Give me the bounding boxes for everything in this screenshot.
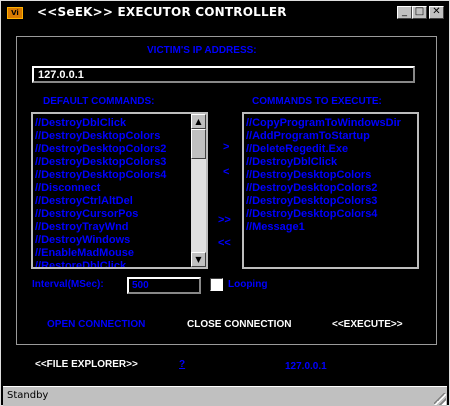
default-command-item[interactable]: //DestroyWindows — [33, 234, 206, 247]
help-button[interactable]: ? — [179, 359, 185, 370]
minimize-icon: _ — [402, 6, 407, 17]
arrow-up-icon: ▲ — [195, 117, 202, 126]
commands-to-execute-label: COMMANDS TO EXECUTE: — [252, 96, 382, 107]
execute-command-item[interactable]: //DestroyDesktopColors3 — [244, 195, 417, 208]
title-bar[interactable]: Vi <<SeEK>> EXECUTOR CONTROLLER _ □ ✕ — [3, 3, 447, 22]
execute-command-item[interactable]: //CopyProgramToWindowsDir — [244, 117, 417, 130]
resize-grip-icon[interactable] — [434, 393, 446, 405]
default-command-item[interactable]: //EnableMadMouse — [33, 247, 206, 260]
move-all-left-button[interactable]: << — [218, 237, 231, 249]
status-text: Standby — [7, 390, 49, 401]
default-commands-scrollbar[interactable]: ▲ ▼ — [191, 114, 206, 267]
execute-command-item[interactable]: //DeleteRegedit.Exe — [244, 143, 417, 156]
connected-ip-label: 127.0.0.1 — [285, 361, 327, 372]
execute-command-item[interactable]: //Message1 — [244, 221, 417, 234]
status-bar: Standby — [3, 386, 447, 406]
execute-button[interactable]: <<EXECUTE>> — [332, 319, 403, 330]
app-icon[interactable]: Vi — [7, 7, 23, 19]
default-commands-label: DEFAULT COMMANDS: — [43, 96, 155, 107]
scroll-down-button[interactable]: ▼ — [191, 252, 206, 267]
execute-command-item[interactable]: //AddProgramToStartup — [244, 130, 417, 143]
interval-label: Interval(MSec): — [32, 279, 104, 290]
minimize-button[interactable]: _ — [397, 6, 412, 19]
victim-ip-input[interactable]: 127.0.0.1 — [32, 66, 415, 83]
default-command-item[interactable]: //DestroyDesktopColors3 — [33, 156, 206, 169]
execute-command-item[interactable]: //DestroyDblClick — [244, 156, 417, 169]
default-command-item[interactable]: //DestroyCtrlAltDel — [33, 195, 206, 208]
maximize-icon: □ — [414, 6, 425, 17]
maximize-button[interactable]: □ — [412, 6, 427, 19]
default-command-item[interactable]: //DestroyDesktopColors4 — [33, 169, 206, 182]
default-command-item[interactable]: //DestroyDesktopColors — [33, 130, 206, 143]
interval-input[interactable]: 500 — [127, 277, 201, 294]
default-command-item[interactable]: //DestroyDblClick — [33, 117, 206, 130]
default-command-item[interactable]: //DestroyDesktopColors2 — [33, 143, 206, 156]
looping-checkbox[interactable] — [210, 278, 223, 291]
default-command-item[interactable]: //DestroyCursorPos — [33, 208, 206, 221]
file-explorer-button[interactable]: <<FILE EXPLORER>> — [35, 359, 138, 370]
open-connection-button[interactable]: OPEN CONNECTION — [47, 319, 145, 330]
window-title: <<SeEK>> EXECUTOR CONTROLLER — [37, 5, 287, 19]
move-all-right-button[interactable]: >> — [218, 214, 231, 226]
execute-command-item[interactable]: //DestroyDesktopColors4 — [244, 208, 417, 221]
execute-command-item[interactable]: //DestroyDesktopColors — [244, 169, 417, 182]
main-window: Vi <<SeEK>> EXECUTOR CONTROLLER _ □ ✕ VI… — [0, 0, 450, 406]
close-button[interactable]: ✕ — [429, 6, 444, 19]
scroll-up-button[interactable]: ▲ — [191, 114, 206, 129]
move-right-button[interactable]: > — [223, 141, 229, 153]
default-commands-list[interactable]: //DestroyDblClick//DestroyDesktopColors /… — [31, 112, 208, 269]
arrow-down-icon: ▼ — [195, 255, 202, 264]
default-command-item[interactable]: //RestoreDblClick — [33, 260, 206, 267]
default-command-item[interactable]: //DestroyTrayWnd — [33, 221, 206, 234]
commands-to-execute-list[interactable]: //CopyProgramToWindowsDir//AddProgramToS… — [242, 112, 419, 269]
default-command-item[interactable]: //Disconnect — [33, 182, 206, 195]
close-connection-button[interactable]: CLOSE CONNECTION — [187, 319, 291, 330]
victim-ip-label: VICTIM'S IP ADDRESS: — [147, 45, 257, 56]
move-left-button[interactable]: < — [223, 166, 229, 178]
execute-command-item[interactable]: //DestroyDesktopColors2 — [244, 182, 417, 195]
close-icon: ✕ — [432, 6, 441, 17]
scroll-thumb[interactable] — [191, 129, 206, 159]
looping-label[interactable]: Looping — [228, 279, 267, 290]
